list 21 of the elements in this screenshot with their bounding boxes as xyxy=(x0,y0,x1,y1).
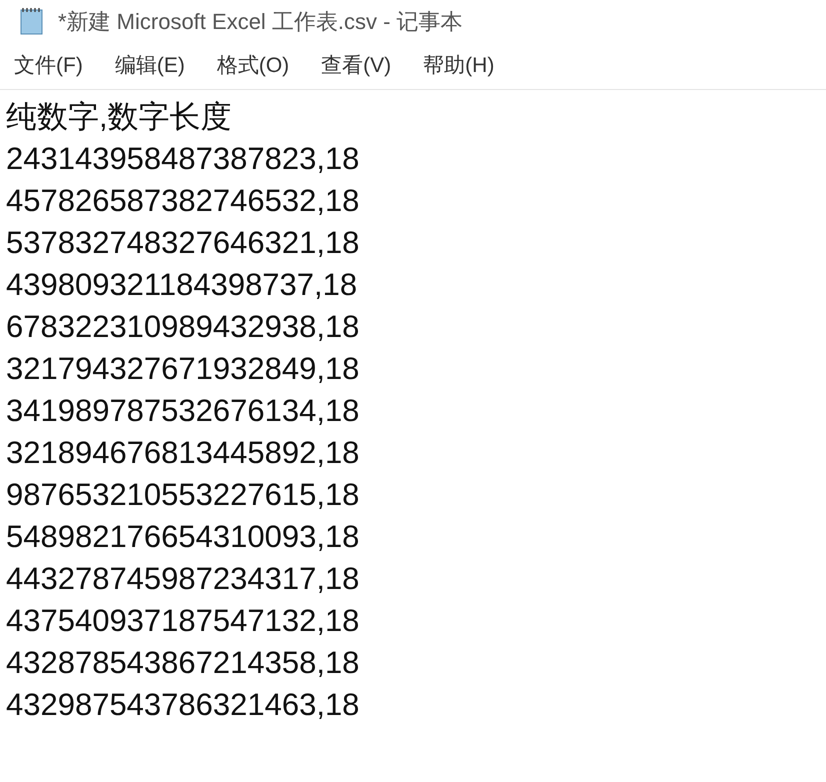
text-line: 439809321184398737,18 xyxy=(6,266,358,304)
text-line: 432878543867214358,18 xyxy=(6,644,360,682)
text-line: 437540937187547132,18 xyxy=(6,602,360,640)
text-line: 457826587382746532,18 xyxy=(6,182,360,220)
text-line: 321794327671932849,18 xyxy=(6,350,360,388)
menu-item[interactable]: 帮助(H) xyxy=(413,46,504,86)
menu-item[interactable]: 查看(V) xyxy=(311,46,402,86)
window-title: *新建 Microsoft Excel 工作表.csv - 记事本 xyxy=(58,8,463,36)
menu-item[interactable]: 格式(O) xyxy=(206,46,300,86)
text-line: 548982176654310093,18 xyxy=(6,518,360,556)
text-line: 678322310989432938,18 xyxy=(6,308,360,346)
text-line: 纯数字,数字长度 xyxy=(6,98,232,136)
text-line: 987653210553227615,18 xyxy=(6,476,360,514)
text-line: 243143958487387823,18 xyxy=(6,140,360,178)
text-line: 537832748327646321,18 xyxy=(6,224,360,262)
text-line: 432987543786321463,18 xyxy=(6,686,360,724)
text-line: 443278745987234317,18 xyxy=(6,560,360,598)
text-line: 321894676813445892,18 xyxy=(6,434,360,472)
menu-item[interactable]: 文件(F) xyxy=(4,46,93,86)
menu-item[interactable]: 编辑(E) xyxy=(104,46,195,86)
text-line: 341989787532676134,18 xyxy=(6,392,360,430)
